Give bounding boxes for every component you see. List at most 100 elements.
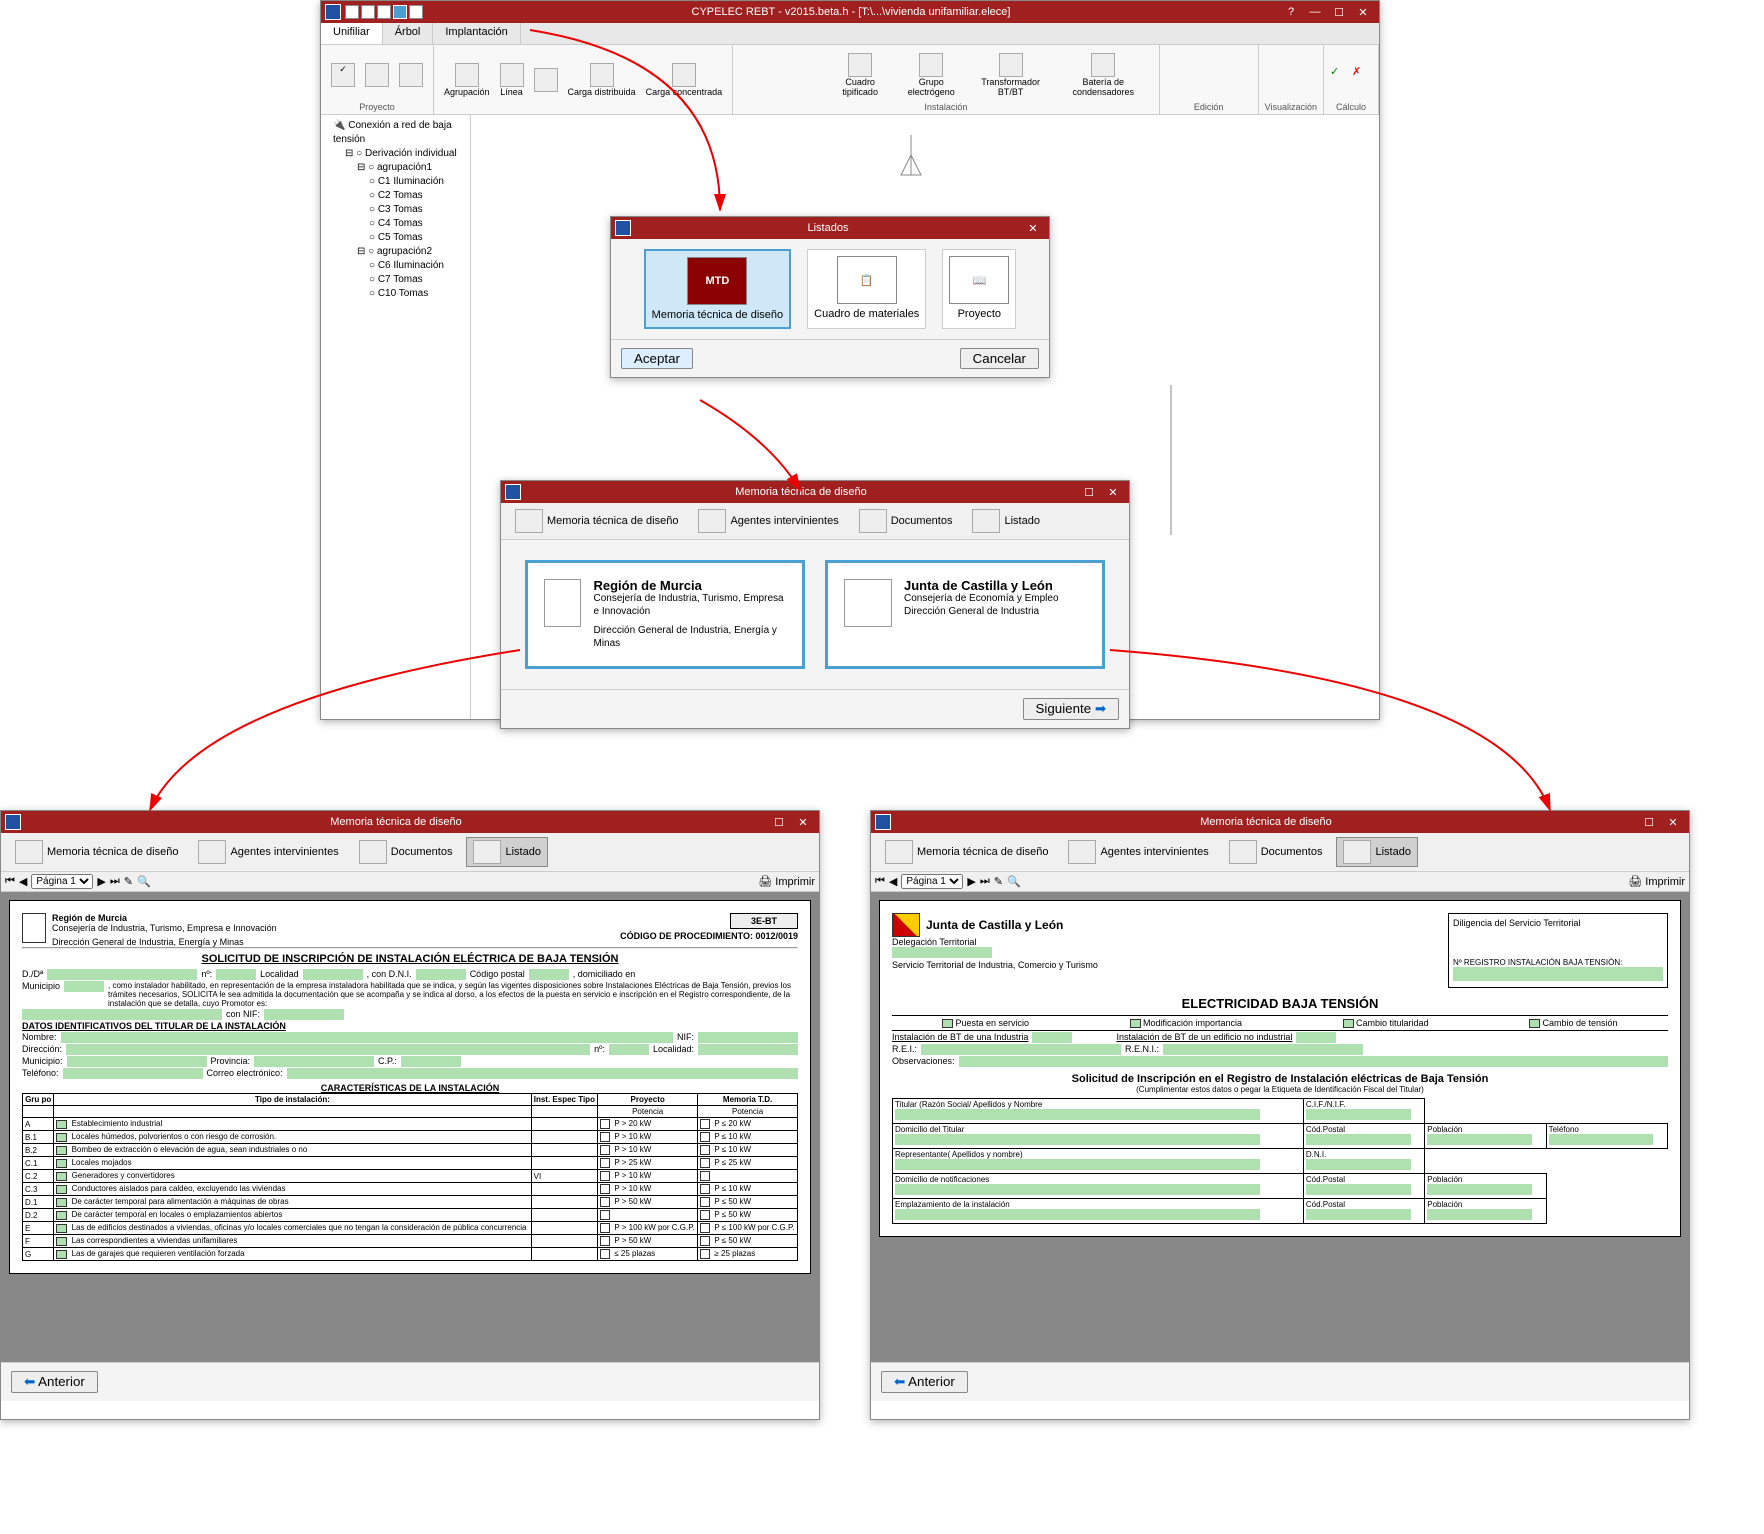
page-select[interactable]: Página 1 (31, 874, 93, 889)
prev-page-icon[interactable]: ◀ (19, 875, 27, 888)
next-page-icon[interactable]: ▶ (97, 875, 105, 888)
small-icon[interactable] (759, 56, 777, 74)
edit-icon[interactable] (1210, 79, 1230, 99)
field-municipio[interactable] (64, 981, 104, 992)
ribbon-bateria[interactable]: Batería de condensadores (1054, 51, 1153, 99)
edit-icon[interactable] (1188, 50, 1208, 70)
tool-icon[interactable]: ✎ (994, 875, 1003, 888)
next-page-icon[interactable]: ▶ (967, 875, 975, 888)
card-murcia[interactable]: Región de Murcia Consejería de Industria… (525, 560, 805, 669)
field-name[interactable] (47, 969, 197, 980)
check-field[interactable] (1343, 1019, 1354, 1028)
edit-icon[interactable] (1232, 79, 1252, 99)
next-button[interactable]: Siguiente ➡ (1023, 698, 1119, 720)
prev-button[interactable]: ⬅ Anterior (11, 1371, 98, 1393)
ribbon-trafo[interactable]: Transformador BT/BT (969, 51, 1052, 99)
tab-documentos[interactable]: Documentos (853, 507, 959, 535)
tab-memoria[interactable]: Memoria técnica de diseño (509, 507, 684, 535)
tab-arbol[interactable]: Árbol (383, 23, 434, 44)
close-button[interactable]: ✕ (1021, 219, 1045, 237)
save-icon[interactable] (345, 5, 359, 19)
vis-icon[interactable] (1270, 79, 1290, 99)
accept-button[interactable]: Aceptar (621, 348, 693, 369)
tool-icon[interactable]: 🔍 (1007, 875, 1021, 888)
field-reg[interactable] (1453, 967, 1663, 981)
tool-icon[interactable]: 🔍 (137, 875, 151, 888)
tree-leaf[interactable]: ○ C10 Tomas (325, 287, 466, 301)
prev-page-icon[interactable]: ◀ (889, 875, 897, 888)
field-dni[interactable] (416, 969, 466, 980)
first-page-icon[interactable]: ⏮ (5, 875, 15, 888)
maximize-button[interactable]: ☐ (1637, 813, 1661, 831)
tab-listado[interactable]: Listado (1336, 837, 1417, 867)
small-icon[interactable] (779, 56, 797, 74)
ribbon-linea[interactable]: Línea (496, 61, 528, 99)
ribbon-carga-conc[interactable]: Carga concentrada (642, 61, 727, 99)
card-proyecto[interactable]: 📖 Proyecto (942, 249, 1016, 329)
tree-leaf[interactable]: ○ C4 Tomas (325, 217, 466, 231)
tree-deriv[interactable]: ⊟ ○ Derivación individual (325, 147, 466, 161)
card-mtd[interactable]: MTD Memoria técnica de diseño (644, 249, 791, 329)
check-field[interactable] (942, 1019, 953, 1028)
card-cyl[interactable]: Junta de Castilla y León Consejería de E… (825, 560, 1105, 669)
tree-group1[interactable]: ⊟ ○ agrupación1 (325, 161, 466, 175)
check-field[interactable] (1529, 1019, 1540, 1028)
tree-leaf[interactable]: ○ C7 Tomas (325, 273, 466, 287)
field-loc[interactable] (303, 969, 363, 980)
tree-leaf[interactable]: ○ C5 Tomas (325, 231, 466, 245)
tab-memoria[interactable]: Memoria técnica de diseño (879, 837, 1054, 867)
small-icon[interactable] (779, 76, 797, 94)
minimize-button[interactable]: — (1303, 3, 1327, 21)
tab-agentes[interactable]: Agentes intervinientes (692, 507, 844, 535)
ribbon-item[interactable]: ✓ (327, 61, 359, 89)
check-field[interactable] (1130, 1019, 1141, 1028)
small-icon[interactable] (799, 56, 817, 74)
x-icon[interactable]: ✗ (1352, 65, 1372, 85)
vis-icon[interactable] (1270, 50, 1290, 70)
field-nif[interactable] (264, 1009, 344, 1020)
first-page-icon[interactable]: ⏮ (875, 875, 885, 888)
close-button[interactable]: ✕ (791, 813, 815, 831)
small-icon[interactable] (799, 76, 817, 94)
tab-agentes[interactable]: Agentes intervinientes (1062, 837, 1214, 867)
tab-documentos[interactable]: Documentos (1223, 837, 1329, 867)
small-icon[interactable] (739, 56, 757, 74)
ribbon-grupo[interactable]: Grupo electrógeno (895, 51, 967, 99)
tab-documentos[interactable]: Documentos (353, 837, 459, 867)
tree-root[interactable]: 🔌 Conexión a red de baja tensión (325, 119, 466, 147)
field-promotor[interactable] (22, 1009, 222, 1020)
tree-leaf[interactable]: ○ C6 Iluminación (325, 259, 466, 273)
last-page-icon[interactable]: ⏭ (980, 875, 990, 888)
print-button[interactable]: 🖨 Imprimir (758, 875, 815, 888)
help-button[interactable]: ? (1279, 3, 1303, 21)
tree-leaf[interactable]: ○ C1 Iluminación (325, 175, 466, 189)
tree-group2[interactable]: ⊟ ○ agrupación2 (325, 245, 466, 259)
edit-icon[interactable] (1210, 50, 1230, 70)
ribbon-item[interactable] (530, 66, 562, 94)
small-icon[interactable] (739, 76, 757, 94)
close-button[interactable]: ✕ (1351, 3, 1375, 21)
edit-icon[interactable] (1188, 79, 1208, 99)
page-select[interactable]: Página 1 (901, 874, 963, 889)
print-button[interactable]: 🖨 Imprimir (1628, 875, 1685, 888)
tree-leaf[interactable]: ○ C3 Tomas (325, 203, 466, 217)
small-icon[interactable] (759, 76, 777, 94)
maximize-button[interactable]: ☐ (1077, 483, 1101, 501)
prev-button[interactable]: ⬅ Anterior (881, 1371, 968, 1393)
maximize-button[interactable]: ☐ (1327, 3, 1351, 21)
tool-icon[interactable]: ✎ (124, 875, 133, 888)
tab-listado[interactable]: Listado (466, 837, 547, 867)
tab-unifiliar[interactable]: Unifiliar (321, 23, 383, 44)
cancel-button[interactable]: Cancelar (960, 348, 1039, 369)
tree-leaf[interactable]: ○ C2 Tomas (325, 189, 466, 203)
edit-icon[interactable] (1166, 50, 1186, 70)
ribbon-carga-dist[interactable]: Carga distribuida (564, 61, 640, 99)
undo-icon[interactable] (361, 5, 375, 19)
ribbon-item[interactable] (361, 61, 393, 89)
tab-listado[interactable]: Listado (966, 507, 1045, 535)
vis-icon[interactable] (1292, 79, 1312, 99)
listados-icon[interactable] (393, 5, 407, 19)
last-page-icon[interactable]: ⏭ (110, 875, 120, 888)
export-icon[interactable] (409, 5, 423, 19)
ribbon-cuadro[interactable]: Cuadro tipificado (827, 51, 893, 99)
